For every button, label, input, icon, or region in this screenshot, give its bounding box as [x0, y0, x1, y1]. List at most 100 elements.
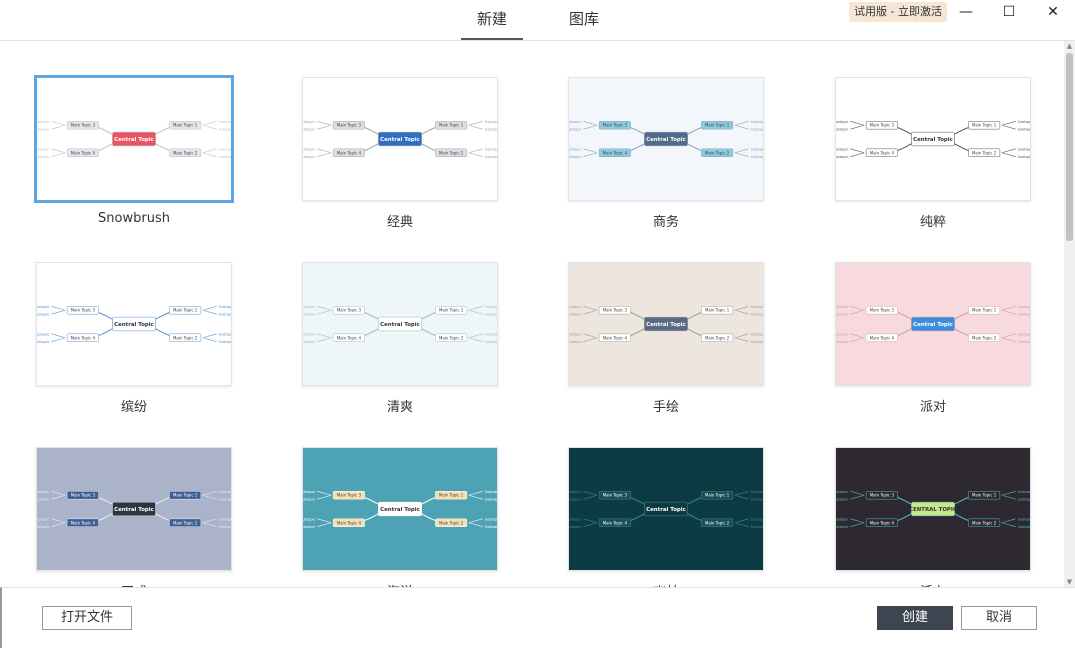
- svg-text:Subtopic: Subtopic: [569, 498, 581, 502]
- template-card[interactable]: Subtopic Subtopic Subtopic Subtopic Subtopic…: [835, 77, 1031, 230]
- svg-text:Subtopic: Subtopic: [751, 305, 763, 309]
- template-card[interactable]: Subtopic Subtopic Subtopic Subtopic Subtopic…: [36, 447, 232, 587]
- template-preview[interactable]: Subtopic Subtopic Subtopic Subtopic Subtopic…: [835, 77, 1031, 201]
- template-name: 经典: [386, 215, 413, 230]
- svg-text:Subtopic: Subtopic: [836, 128, 848, 132]
- template-preview[interactable]: Subtopic Subtopic Subtopic Subtopic Subtopic…: [302, 447, 498, 571]
- svg-text:Subtopic: Subtopic: [37, 340, 49, 344]
- svg-text:Subtopic: Subtopic: [751, 128, 763, 132]
- open-file-button[interactable]: 打开文件: [42, 606, 132, 630]
- svg-text:Central Topic: Central Topic: [380, 322, 420, 328]
- mindmap-preview-icon: Subtopic Subtopic Subtopic Subtopic Subtopic…: [569, 490, 763, 529]
- scroll-thumb[interactable]: [1066, 53, 1073, 241]
- template-card[interactable]: Subtopic Subtopic Subtopic Subtopic Subtopic…: [568, 77, 764, 230]
- svg-text:Subtopic: Subtopic: [751, 490, 763, 494]
- tab-gallery[interactable]: 图库: [553, 0, 615, 40]
- svg-text:Subtopic: Subtopic: [1018, 155, 1030, 159]
- svg-text:Main Topic 1: Main Topic 1: [173, 308, 198, 313]
- svg-text:Main Topic 4: Main Topic 4: [337, 150, 362, 155]
- svg-text:Subtopic: Subtopic: [485, 498, 497, 502]
- svg-text:Subtopic: Subtopic: [836, 498, 848, 502]
- svg-text:Subtopic: Subtopic: [485, 147, 497, 151]
- svg-text:Subtopic: Subtopic: [37, 305, 49, 309]
- trial-activate-badge[interactable]: 试用版 - 立即激活: [849, 2, 947, 22]
- template-card[interactable]: Subtopic Subtopic Subtopic Subtopic Subtopic…: [568, 262, 764, 415]
- svg-text:Subtopic: Subtopic: [569, 128, 581, 132]
- svg-text:Subtopic: Subtopic: [836, 313, 848, 317]
- close-icon[interactable]: ✕: [1031, 0, 1075, 24]
- template-card[interactable]: Subtopic Subtopic Subtopic Subtopic Subtopic…: [835, 262, 1031, 415]
- svg-text:Subtopic: Subtopic: [751, 147, 763, 151]
- svg-text:Subtopic: Subtopic: [751, 517, 763, 521]
- svg-text:Subtopic: Subtopic: [485, 525, 497, 529]
- template-card[interactable]: Subtopic Subtopic Subtopic Subtopic Subtopic…: [302, 447, 498, 587]
- svg-text:Main Topic 1: Main Topic 1: [173, 123, 198, 128]
- svg-text:Subtopic: Subtopic: [485, 340, 497, 344]
- svg-text:Subtopic: Subtopic: [836, 305, 848, 309]
- template-name: Snowbrush: [98, 211, 170, 226]
- svg-text:Subtopic: Subtopic: [1018, 340, 1030, 344]
- maximize-icon[interactable]: ☐: [987, 0, 1031, 24]
- svg-text:Main Topic 2: Main Topic 2: [439, 335, 464, 340]
- svg-text:Main Topic 2: Main Topic 2: [439, 150, 464, 155]
- svg-text:Main Topic 1: Main Topic 1: [705, 308, 730, 313]
- template-preview[interactable]: Subtopic Subtopic Subtopic Subtopic Subtopic…: [302, 77, 498, 201]
- svg-text:Main Topic 3: Main Topic 3: [71, 308, 96, 313]
- svg-text:Subtopic: Subtopic: [836, 332, 848, 336]
- svg-text:Subtopic: Subtopic: [751, 155, 763, 159]
- svg-text:Subtopic: Subtopic: [1018, 147, 1030, 151]
- template-preview[interactable]: Subtopic Subtopic Subtopic Subtopic Subtopic…: [835, 262, 1031, 386]
- template-card[interactable]: Subtopic Subtopic Subtopic Subtopic Subtopic…: [302, 262, 498, 415]
- svg-text:Central Topic: Central Topic: [646, 507, 686, 513]
- template-preview[interactable]: Subtopic Subtopic Subtopic Subtopic Subtopic…: [568, 77, 764, 201]
- svg-text:Central Topic: Central Topic: [380, 137, 420, 143]
- svg-text:Subtopic: Subtopic: [751, 340, 763, 344]
- svg-text:Subtopic: Subtopic: [303, 313, 315, 317]
- svg-text:Main Topic 3: Main Topic 3: [337, 308, 362, 313]
- svg-text:Main Topic 3: Main Topic 3: [870, 123, 895, 128]
- svg-text:Subtopic: Subtopic: [37, 313, 49, 317]
- svg-text:Subtopic: Subtopic: [569, 155, 581, 159]
- svg-text:Main Topic 2: Main Topic 2: [173, 520, 198, 525]
- svg-text:Main Topic 3: Main Topic 3: [337, 493, 362, 498]
- template-name: 手绘: [652, 400, 679, 415]
- mindmap-preview-icon: Subtopic Subtopic Subtopic Subtopic Subtopic…: [303, 305, 497, 344]
- svg-text:Subtopic: Subtopic: [37, 517, 49, 521]
- svg-text:Main Topic 3: Main Topic 3: [71, 123, 96, 128]
- svg-text:Subtopic: Subtopic: [219, 332, 231, 336]
- scroll-down-arrow-icon[interactable]: ▼: [1064, 577, 1075, 587]
- svg-text:Main Topic 2: Main Topic 2: [705, 150, 730, 155]
- template-card[interactable]: Subtopic Subtopic Subtopic Subtopic Subtopic…: [302, 77, 498, 230]
- svg-text:Main Topic 4: Main Topic 4: [337, 335, 362, 340]
- template-preview[interactable]: Subtopic Subtopic Subtopic Subtopic Subtopic…: [34, 75, 234, 203]
- template-preview[interactable]: Subtopic Subtopic Subtopic Subtopic Subtopic…: [568, 262, 764, 386]
- svg-text:Main Topic 1: Main Topic 1: [705, 123, 730, 128]
- svg-text:Subtopic: Subtopic: [219, 517, 231, 521]
- svg-text:Subtopic: Subtopic: [751, 332, 763, 336]
- template-card[interactable]: Subtopic Subtopic Subtopic Subtopic Subtopic…: [36, 262, 232, 415]
- svg-text:Subtopic: Subtopic: [836, 517, 848, 521]
- tab-new[interactable]: 新建: [461, 0, 523, 40]
- svg-text:Subtopic: Subtopic: [37, 128, 49, 132]
- top-bar: 新建 图库 试用版 - 立即激活 — ☐ ✕: [0, 0, 1075, 41]
- template-card[interactable]: Subtopic Subtopic Subtopic Subtopic Subtopic…: [34, 75, 234, 226]
- template-preview[interactable]: Subtopic Subtopic Subtopic Subtopic Subtopic…: [568, 447, 764, 571]
- template-card[interactable]: Subtopic Subtopic Subtopic Subtopic Subtopic…: [568, 447, 764, 587]
- mindmap-preview-icon: Subtopic Subtopic Subtopic Subtopic Subtopic…: [303, 120, 497, 159]
- create-button[interactable]: 创建: [877, 606, 953, 630]
- svg-text:Subtopic: Subtopic: [303, 155, 315, 159]
- scroll-up-arrow-icon[interactable]: ▲: [1064, 41, 1075, 51]
- svg-text:Subtopic: Subtopic: [303, 517, 315, 521]
- template-card[interactable]: Subtopic Subtopic Subtopic Subtopic Subtopic…: [835, 447, 1031, 587]
- template-name: 缤纷: [120, 400, 147, 415]
- svg-text:Subtopic: Subtopic: [303, 128, 315, 132]
- cancel-button[interactable]: 取消: [961, 606, 1037, 630]
- minimize-icon[interactable]: —: [944, 0, 988, 24]
- template-preview[interactable]: Subtopic Subtopic Subtopic Subtopic Subtopic…: [835, 447, 1031, 571]
- svg-text:Subtopic: Subtopic: [485, 128, 497, 132]
- template-preview[interactable]: Subtopic Subtopic Subtopic Subtopic Subtopic…: [36, 262, 232, 386]
- svg-text:Main Topic 4: Main Topic 4: [71, 150, 96, 155]
- template-preview[interactable]: Subtopic Subtopic Subtopic Subtopic Subtopic…: [302, 262, 498, 386]
- template-preview[interactable]: Subtopic Subtopic Subtopic Subtopic Subtopic…: [36, 447, 232, 571]
- vertical-scrollbar[interactable]: ▲ ▼: [1064, 41, 1075, 587]
